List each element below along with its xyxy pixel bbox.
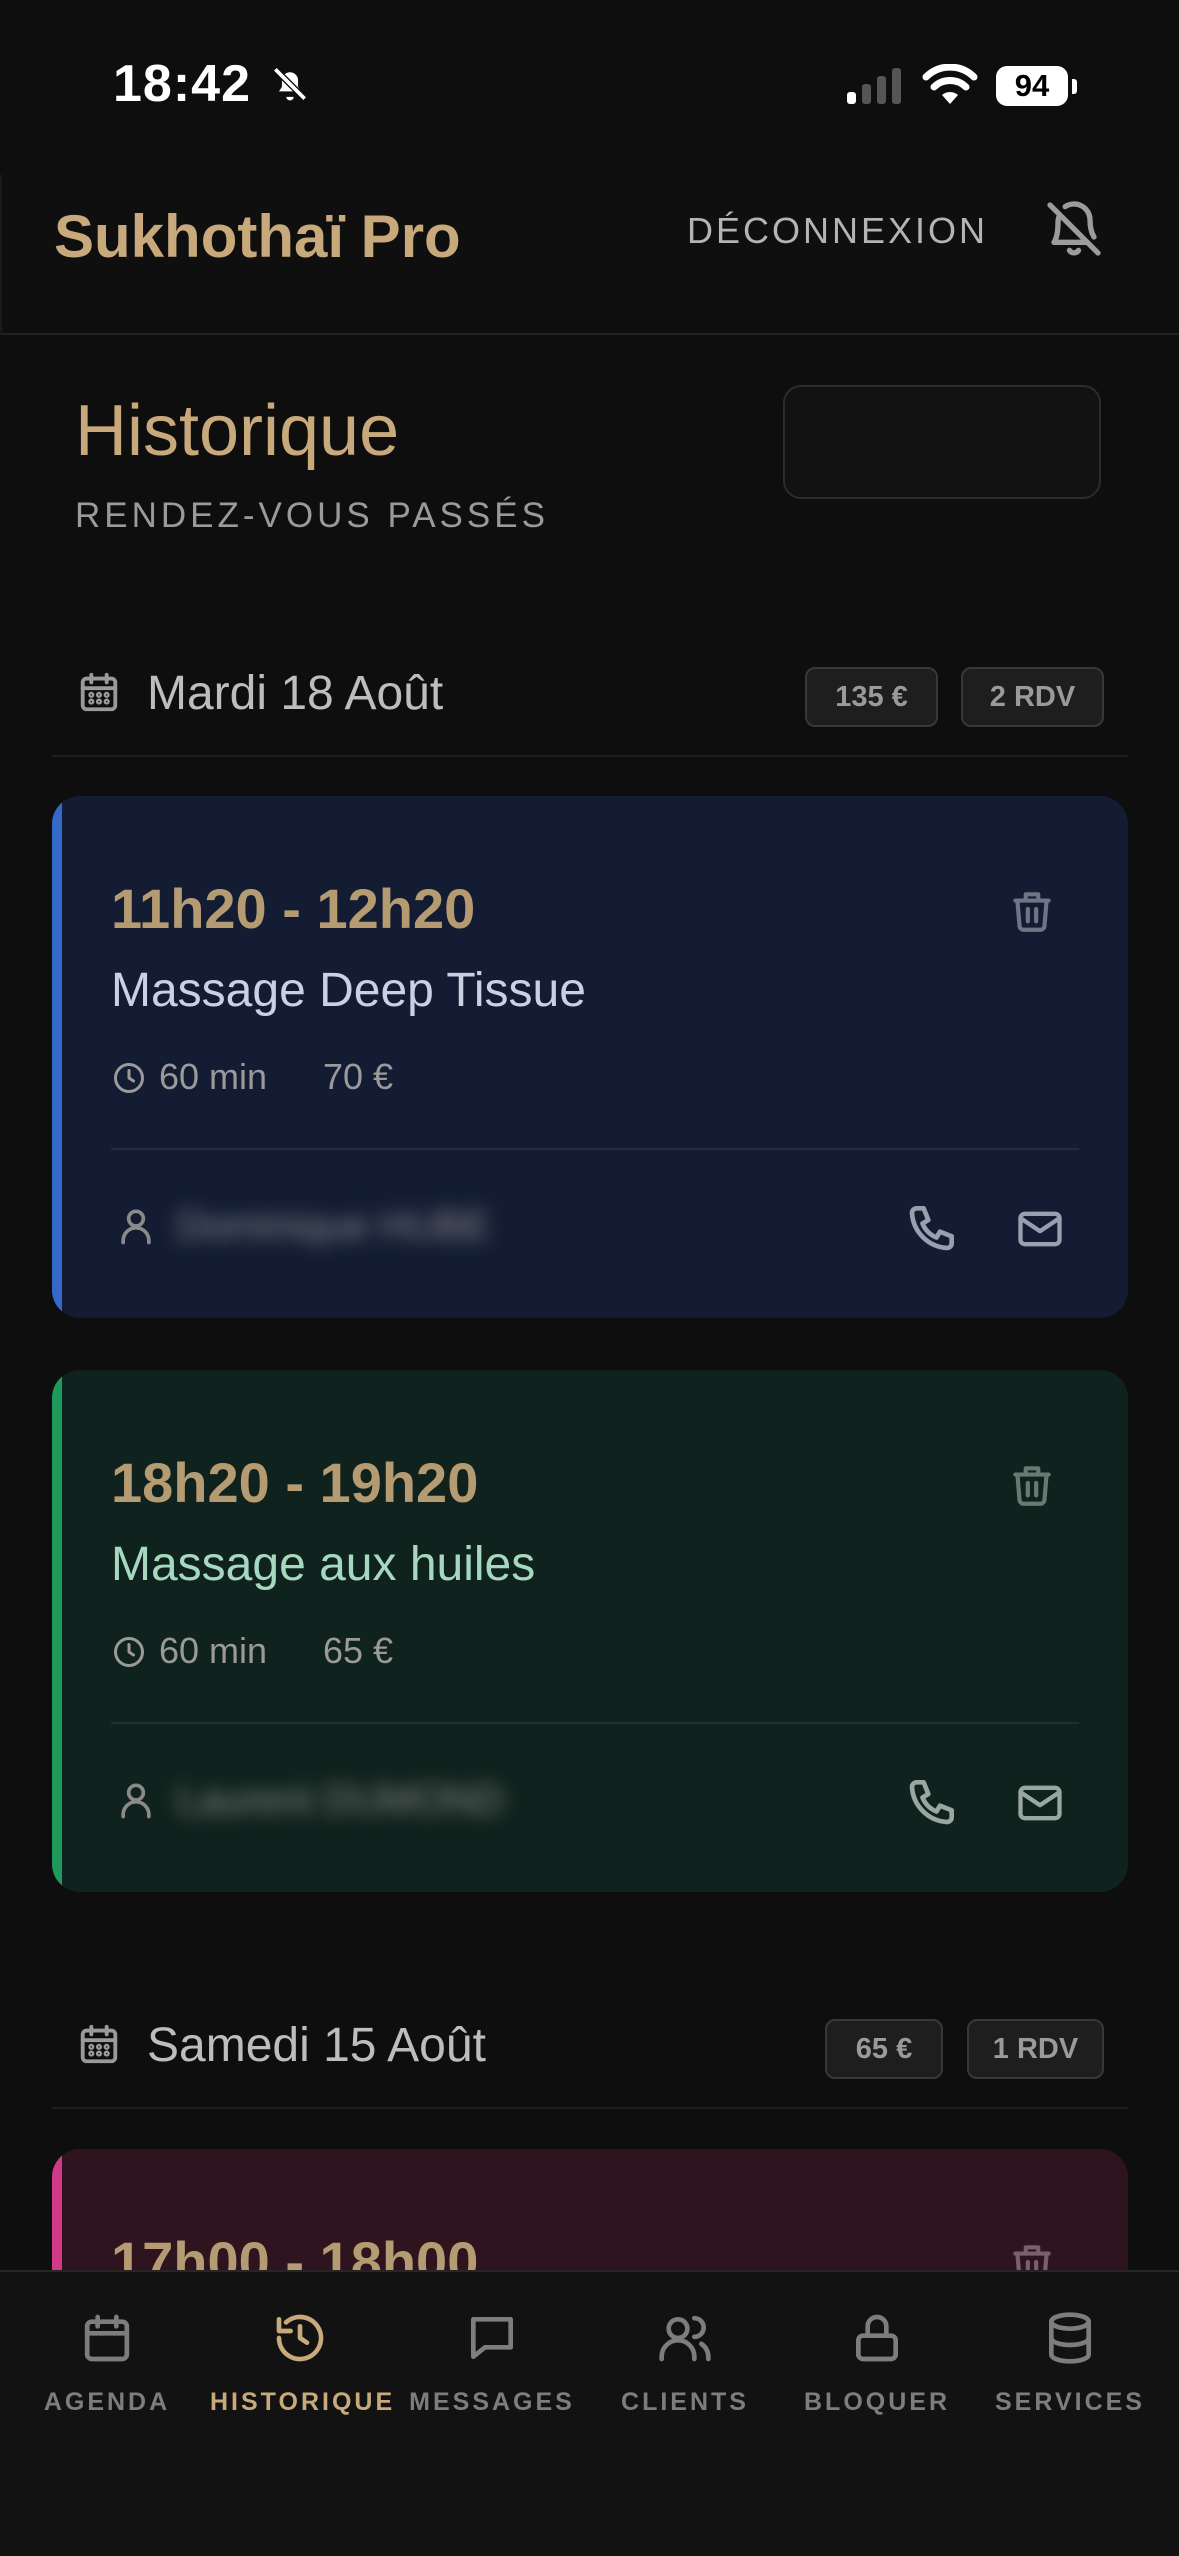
phone-icon[interactable]: [905, 1199, 961, 1255]
appointment-price: 70 €: [323, 1056, 394, 1097]
nav-messages[interactable]: MESSAGES: [402, 2310, 582, 2420]
client-name: Dominique HUBE: [177, 1204, 491, 1248]
nav-historique[interactable]: HISTORIQUE: [210, 2310, 396, 2420]
day-total-badge: 65 €: [825, 2019, 943, 2079]
bell-off-icon: [1047, 201, 1101, 256]
app-header: Sukhothaï Pro DÉCONNEXION: [0, 175, 1179, 335]
user-icon: [114, 1204, 158, 1248]
calendar-icon: [79, 2310, 135, 2366]
day-count-badge: 1 RDV: [967, 2019, 1104, 2079]
clock-icon: [111, 1634, 147, 1670]
message-icon: [464, 2310, 520, 2366]
trash-icon[interactable]: [1007, 1460, 1057, 1510]
status-time: 18:42: [113, 55, 251, 113]
filter-box[interactable]: [783, 385, 1101, 499]
page-subtitle: RENDEZ-VOUS PASSÉS: [75, 496, 549, 535]
wifi-icon: [922, 64, 978, 106]
client-name: Laurent DUMOND: [177, 1778, 504, 1822]
app-title: Sukhothaï Pro: [54, 203, 461, 270]
appointment-service: Massage Deep Tissue: [111, 964, 586, 1017]
card-accent-bar: [52, 796, 62, 1318]
card-divider: [111, 1722, 1079, 1724]
appointment-card[interactable]: 18h20 - 19h20 Massage aux huiles 60 min …: [52, 1370, 1128, 1892]
bell-muted-status-icon: [268, 62, 312, 106]
calendar-icon: [76, 2021, 122, 2067]
bottom-nav: AGENDA HISTORIQUE MESSAGES CLIENTS BLOQU…: [0, 2270, 1179, 2556]
nav-label: BLOQUER: [804, 2388, 950, 2416]
trash-icon[interactable]: [1007, 886, 1057, 936]
page-title: Historique: [75, 391, 400, 471]
appointment-time: 11h20 - 12h20: [111, 877, 476, 940]
appointment-duration: 60 min: [159, 1630, 268, 1671]
appointment-time: 18h20 - 19h20: [111, 1451, 479, 1514]
battery-indicator: 94: [996, 66, 1068, 106]
nav-bloquer[interactable]: BLOQUER: [787, 2310, 967, 2420]
nav-label: MESSAGES: [409, 2388, 575, 2416]
mail-icon[interactable]: [1014, 1777, 1066, 1829]
clock-icon: [111, 1060, 147, 1096]
nav-label: CLIENTS: [621, 2388, 749, 2416]
lock-icon: [849, 2310, 905, 2366]
nav-services[interactable]: SERVICES: [980, 2310, 1160, 2420]
nav-agenda[interactable]: AGENDA: [17, 2310, 197, 2420]
day-header: Samedi 15 Août 65 € 1 RDV: [52, 1999, 1128, 2109]
logout-button[interactable]: DÉCONNEXION: [687, 210, 988, 252]
card-divider: [111, 1148, 1079, 1150]
phone-icon[interactable]: [905, 1773, 961, 1829]
calendar-icon: [76, 669, 122, 715]
mail-icon[interactable]: [1014, 1203, 1066, 1255]
users-icon: [657, 2310, 713, 2366]
appointment-card[interactable]: 11h20 - 12h20 Massage Deep Tissue 60 min…: [52, 796, 1128, 1318]
nav-label: SERVICES: [995, 2388, 1145, 2416]
cellular-signal-icon: [845, 66, 907, 106]
appointment-service: Massage aux huiles: [111, 1538, 536, 1591]
day-total-badge: 135 €: [805, 667, 938, 727]
nav-clients[interactable]: CLIENTS: [595, 2310, 775, 2420]
history-icon: [272, 2310, 328, 2366]
appointment-duration: 60 min: [159, 1056, 268, 1097]
battery-tip: [1072, 79, 1077, 94]
database-icon: [1042, 2310, 1098, 2366]
day-header: Mardi 18 Août 135 € 2 RDV: [52, 647, 1128, 757]
status-bar: 18:42 94: [0, 0, 1179, 175]
nav-label: AGENDA: [43, 2388, 171, 2416]
appointment-price: 65 €: [323, 1630, 394, 1671]
day-label: Mardi 18 Août: [147, 667, 444, 720]
day-count-badge: 2 RDV: [961, 667, 1104, 727]
notifications-toggle-button[interactable]: [1042, 197, 1112, 267]
user-icon: [114, 1778, 158, 1822]
card-accent-bar: [52, 1370, 62, 1892]
nav-label: HISTORIQUE: [210, 2388, 396, 2416]
day-label: Samedi 15 Août: [147, 2019, 486, 2072]
